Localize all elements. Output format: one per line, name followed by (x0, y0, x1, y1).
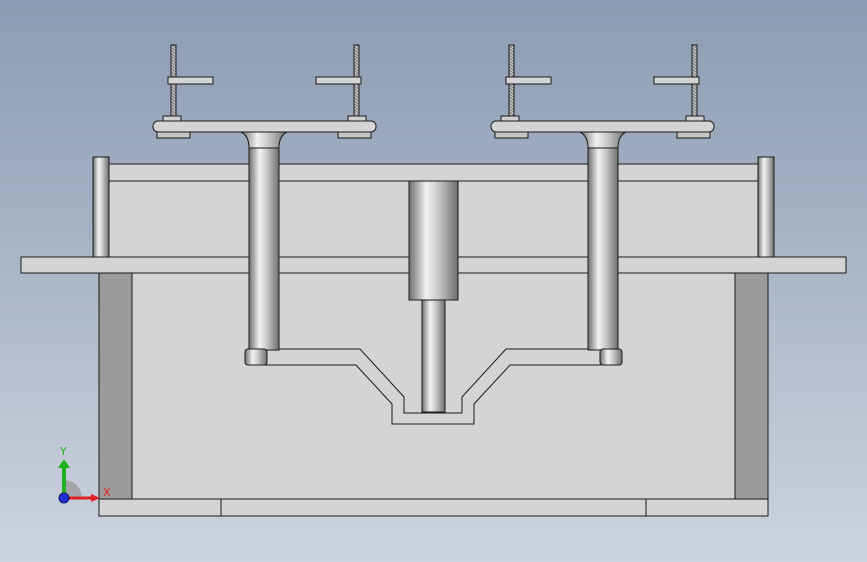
left-wall-shade (98, 271, 133, 501)
center-ram-upper[interactable] (408, 180, 459, 301)
base-gap (221, 499, 646, 516)
left-clamp-arm[interactable] (152, 120, 377, 133)
right-clamp-arm[interactable] (490, 120, 715, 133)
right-nut-a[interactable] (505, 76, 552, 85)
left-post[interactable] (92, 156, 110, 258)
left-washer-a (162, 115, 182, 122)
center-ram-rod[interactable] (421, 299, 446, 413)
left-nut-b[interactable] (315, 76, 362, 85)
left-guide-foot[interactable] (244, 348, 268, 366)
base-foot-right[interactable] (645, 498, 769, 517)
y-axis-label: Y (59, 445, 67, 458)
left-washer-b (347, 115, 367, 122)
right-washer-b (685, 115, 705, 122)
left-guide-column[interactable] (248, 139, 280, 351)
right-post[interactable] (757, 156, 775, 258)
z-axis-dot (58, 492, 70, 504)
left-nut-a[interactable] (167, 76, 214, 85)
cad-viewport[interactable]: Y X (0, 0, 867, 562)
model-view[interactable]: Y X (0, 0, 867, 562)
x-axis-label: X (103, 486, 111, 499)
right-clamp-pad-a[interactable] (494, 131, 529, 139)
right-nut-b[interactable] (653, 76, 700, 85)
left-clamp-pad-b[interactable] (337, 131, 372, 139)
left-clamp-pad-a[interactable] (156, 131, 191, 139)
right-guide-column[interactable] (587, 139, 619, 351)
right-guide-foot[interactable] (599, 348, 623, 366)
right-wall-shade (734, 271, 769, 501)
right-washer-a (500, 115, 520, 122)
base-foot-left[interactable] (98, 498, 222, 517)
upper-frame-top-bar[interactable] (107, 163, 761, 182)
right-clamp-pad-b[interactable] (676, 131, 711, 139)
